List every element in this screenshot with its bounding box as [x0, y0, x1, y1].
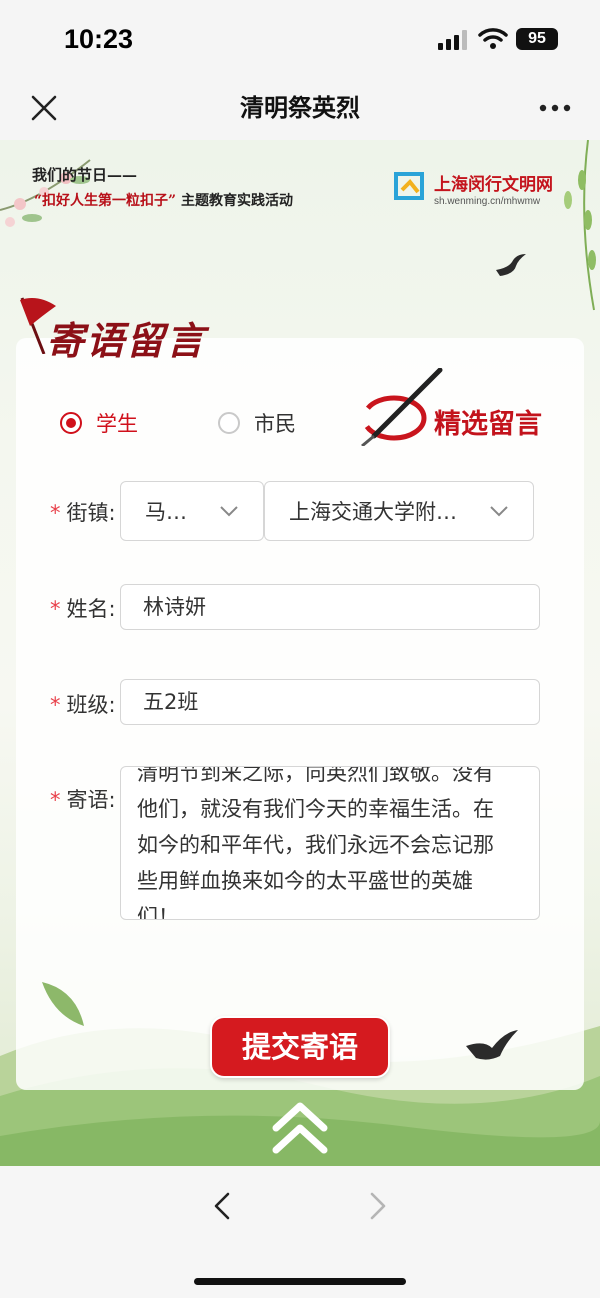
battery-indicator: 95 — [516, 28, 558, 50]
name-label: * 姓名: — [50, 593, 116, 623]
street-label-text: 街镇: — [66, 501, 116, 525]
required-mark: * — [50, 501, 61, 525]
brush-icon[interactable] — [354, 368, 444, 446]
radio-citizen[interactable]: 市民 — [218, 408, 296, 438]
wifi-icon — [478, 28, 508, 49]
logo-url: sh.wenming.cn/mhwmw — [434, 196, 541, 207]
swallow-icon — [466, 1030, 518, 1060]
more-options-icon[interactable] — [538, 102, 572, 114]
status-bar: 10:23 95 — [0, 0, 600, 80]
banner-heading: 我们的节日—— — [32, 166, 138, 184]
radio-citizen-label: 市民 — [254, 412, 296, 436]
message-text: 清明节到来之际，向英烈们致敬。没有他们，就没有我们今天的幸福生活。在如今的和平年… — [137, 766, 494, 920]
chevron-down-icon — [490, 506, 508, 517]
required-mark: * — [50, 693, 61, 717]
cellular-signal-icon — [438, 30, 467, 50]
street-select[interactable]: 马… — [120, 481, 264, 541]
name-label-text: 姓名: — [66, 597, 116, 621]
banner-subtitle-rest: 主题教育实践活动 — [180, 193, 293, 209]
radio-student-dot[interactable] — [60, 412, 82, 434]
school-select-value: 上海交通大学附… — [289, 500, 457, 524]
willow-decoration — [564, 140, 596, 311]
logo-name: 上海闵行文明网 — [434, 175, 553, 195]
message-textarea[interactable]: 清明节到来之际，向英烈们致敬。没有他们，就没有我们今天的幸福生活。在如今的和平年… — [120, 766, 540, 920]
street-select-value: 马… — [145, 500, 187, 524]
featured-messages-link[interactable]: 精选留言 — [434, 402, 542, 441]
section-title: 寄语留言 — [46, 318, 207, 363]
browser-toolbar — [0, 1166, 600, 1298]
school-select[interactable]: 上海交通大学附… — [264, 481, 534, 541]
page-title: 清明祭英烈 — [240, 94, 360, 122]
back-arrow-icon[interactable] — [208, 1190, 236, 1222]
message-label-text: 寄语: — [66, 788, 116, 812]
radio-citizen-dot[interactable] — [218, 412, 240, 434]
swallow-icon — [496, 254, 526, 276]
class-label-text: 班级: — [66, 693, 116, 717]
chevron-down-icon — [220, 506, 238, 517]
page-content: 我们的节日—— “扣好人生第一粒扣子” 主题教育实践活动 上海闵行文明网 sh.… — [0, 140, 600, 1166]
status-time: 10:23 — [64, 24, 134, 54]
forward-arrow-icon[interactable] — [364, 1190, 392, 1222]
class-input[interactable]: 五2班 — [120, 679, 540, 725]
message-label: * 寄语: — [50, 784, 116, 814]
required-mark: * — [50, 788, 61, 812]
scroll-up-icon[interactable] — [270, 1098, 330, 1156]
nav-bar: 清明祭英烈 — [0, 80, 600, 140]
home-indicator — [194, 1278, 406, 1285]
radio-student-label: 学生 — [96, 412, 138, 436]
name-input[interactable]: 林诗妍 — [120, 584, 540, 630]
class-label: * 班级: — [50, 689, 116, 719]
radio-student[interactable]: 学生 — [60, 408, 138, 438]
wenming-logo-icon — [394, 172, 424, 200]
banner-subtitle: “扣好人生第一粒扣子” 主题教育实践活动 — [34, 190, 293, 210]
required-mark: * — [50, 597, 61, 621]
banner-highlight: “扣好人生第一粒扣子” — [34, 193, 177, 209]
leaf-decoration — [42, 982, 84, 1026]
street-label: * 街镇: — [50, 497, 116, 527]
submit-button[interactable]: 提交寄语 — [210, 1016, 390, 1078]
